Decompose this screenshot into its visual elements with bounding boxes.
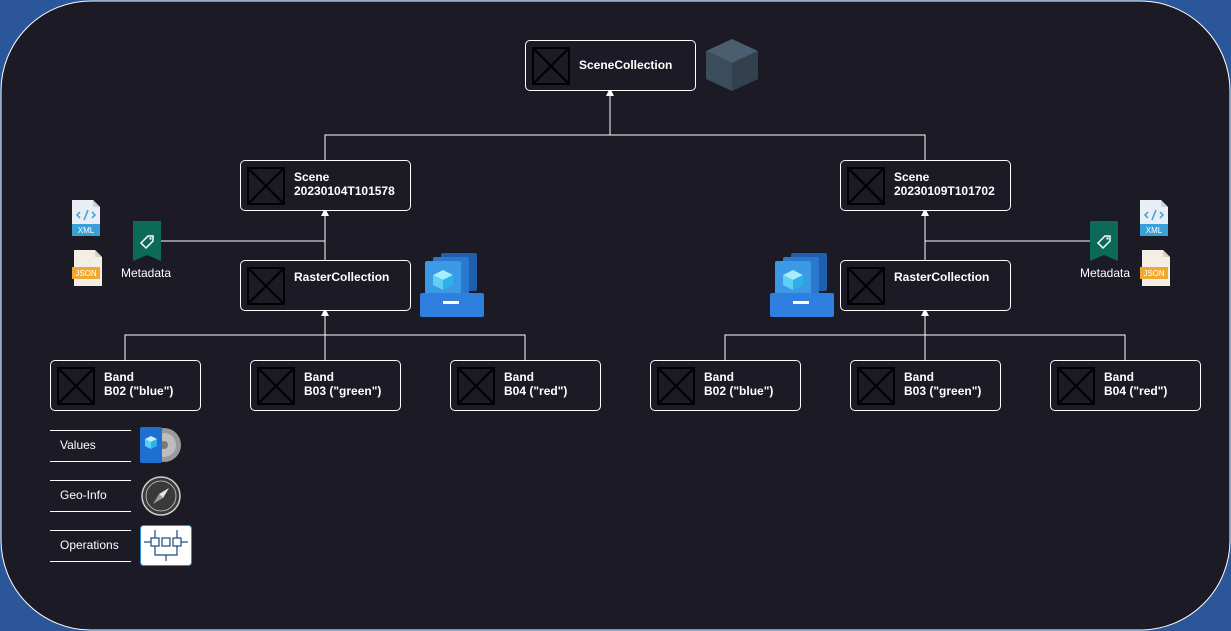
placeholder-image-icon [247,167,285,205]
xml-file-icon: XML [1140,200,1168,236]
band-node[interactable]: Band B02 ("blue") [650,360,801,411]
band-node[interactable]: Band B03 ("green") [250,360,401,411]
legend-row-values: Values [50,430,131,462]
disk-icon [140,427,181,463]
band-label: Band B02 ("blue") [104,370,173,398]
band-id: B02 ("blue") [104,384,174,398]
placeholder-image-icon [1057,367,1095,405]
scene-right-label: Scene 20230109T101702 [894,170,995,198]
scene-right-node[interactable]: Scene 20230109T101702 [840,160,1011,211]
tag-icon [133,221,161,261]
xml-text: XML [1146,226,1163,235]
compass-icon [141,476,181,516]
legend-row-operations: Operations [50,530,131,562]
raster-collection-right-node[interactable]: RasterCollection [840,260,1011,311]
raster-collection-right-label: RasterCollection [894,270,990,284]
scene-left-label: Scene 20230104T101578 [294,170,395,198]
stack-icon [770,253,834,317]
band-label: Band B02 ("blue") [704,370,773,398]
metadata-right-label: Metadata [1080,266,1131,280]
diagram-canvas: SceneCollection Scene 20230104T101578 Sce… [0,0,1231,631]
legend-values-label: Values [60,438,96,452]
placeholder-image-icon [857,367,895,405]
raster-collection-left-node[interactable]: RasterCollection [240,260,411,311]
band-title: Band [704,370,734,384]
legend-geo-info-label: Geo-Info [60,488,107,502]
json-file-icon: JSON [72,250,102,286]
placeholder-image-icon [57,367,95,405]
stack-icon [420,253,484,317]
tag-icon [1090,221,1118,261]
band-node[interactable]: Band B03 ("green") [850,360,1001,411]
placeholder-image-icon [257,367,295,405]
band-title: Band [504,370,534,384]
scene-right-id: 20230109T101702 [894,184,995,198]
band-id: B03 ("green") [904,384,982,398]
band-id: B04 ("red") [504,384,568,398]
band-id: B04 ("red") [1104,384,1168,398]
band-label: Band B04 ("red") [504,370,567,398]
band-node[interactable]: Band B04 ("red") [450,360,601,411]
json-text: JSON [75,269,97,278]
band-node[interactable]: Band B02 ("blue") [50,360,201,411]
band-title: Band [1104,370,1134,384]
raster-collection-left-label: RasterCollection [294,270,390,284]
legend-row-geo-info: Geo-Info [50,480,131,512]
scene-right-title: Scene [894,170,930,184]
placeholder-image-icon [532,47,570,85]
band-title: Band [904,370,934,384]
json-file-icon: JSON [1140,250,1170,286]
band-node[interactable]: Band B04 ("red") [1050,360,1201,411]
scene-left-title: Scene [294,170,330,184]
band-title: Band [104,370,134,384]
scene-collection-label: SceneCollection [579,58,673,72]
scene-collection-node[interactable]: SceneCollection [525,40,696,91]
legend-operations-label: Operations [60,538,119,552]
band-id: B03 ("green") [304,384,382,398]
placeholder-image-icon [847,167,885,205]
metadata-left-label: Metadata [121,266,172,280]
band-label: Band B03 ("green") [904,370,981,398]
operations-icon [140,525,192,566]
json-text: JSON [1143,269,1165,278]
xml-text: XML [78,226,95,235]
scene-left-id: 20230104T101578 [294,184,395,198]
band-id: B02 ("blue") [704,384,774,398]
placeholder-image-icon [457,367,495,405]
scene-left-node[interactable]: Scene 20230104T101578 [240,160,411,211]
placeholder-image-icon [247,267,285,305]
cube-icon [706,39,758,91]
placeholder-image-icon [657,367,695,405]
band-title: Band [304,370,334,384]
placeholder-image-icon [847,267,885,305]
xml-file-icon: XML [72,200,100,236]
band-label: Band B03 ("green") [304,370,381,398]
band-label: Band B04 ("red") [1104,370,1167,398]
